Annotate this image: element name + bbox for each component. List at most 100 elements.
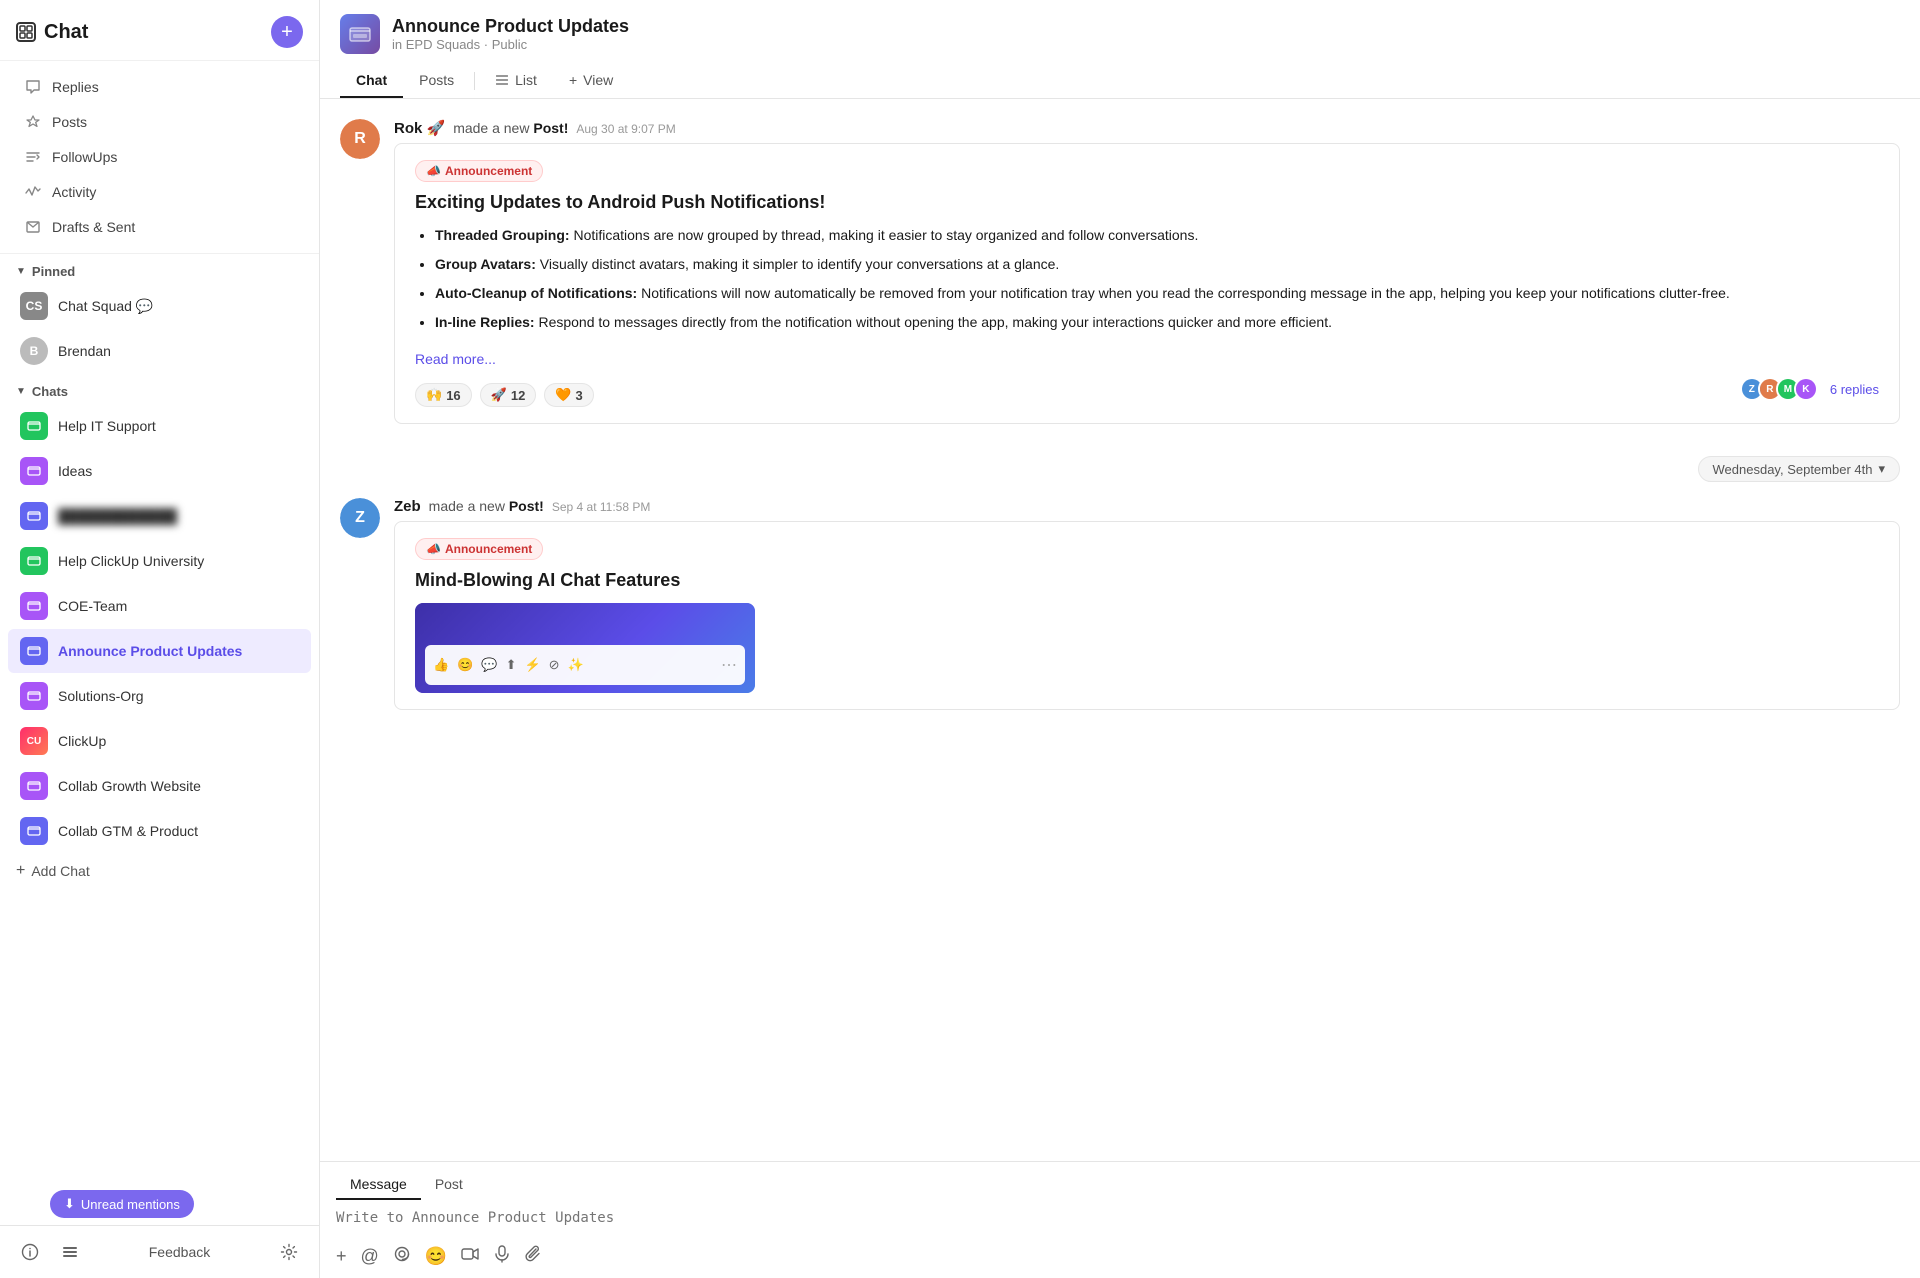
channel-subtitle: in EPD Squads · Public <box>392 37 629 52</box>
feedback-button[interactable]: Feedback <box>149 1244 210 1260</box>
date-badge[interactable]: Wednesday, September 4th ▾ <box>1698 456 1900 482</box>
nav-item-posts[interactable]: Posts <box>8 105 311 139</box>
pinned-section-header[interactable]: ▼ Pinned <box>0 254 319 283</box>
help-clickup-label: Help ClickUp University <box>58 553 204 569</box>
reaction-2[interactable]: 🚀 12 <box>480 383 537 407</box>
sidebar-title: Chat <box>16 21 88 44</box>
input-video-icon[interactable] <box>461 1245 479 1268</box>
sidebar-header: Chat + <box>0 0 319 61</box>
bullet-1: Threaded Grouping: Notifications are now… <box>435 225 1879 246</box>
ideas-label: Ideas <box>58 463 92 479</box>
unread-arrow-icon: ⬇ <box>64 1196 75 1212</box>
tab-list[interactable]: List <box>479 64 553 98</box>
channel-header: Announce Product Updates in EPD Squads ·… <box>320 0 1920 99</box>
sidebar-item-help-clickup[interactable]: Help ClickUp University <box>8 539 311 583</box>
message-meta-1: Rok 🚀 made a new Post! Aug 30 at 9:07 PM <box>394 119 1900 137</box>
unread-mentions-button[interactable]: ⬇ Unread mentions <box>50 1190 194 1218</box>
tab-view[interactable]: + View <box>553 64 629 98</box>
read-more-link-1[interactable]: Read more... <box>415 351 496 367</box>
message-author-2: Zeb <box>394 498 421 515</box>
sidebar-item-solutions-org[interactable]: Solutions-Org <box>8 674 311 718</box>
tab-chat[interactable]: Chat <box>340 64 403 98</box>
reply-avatars-1: Z R M K <box>1740 377 1818 401</box>
footer-icons <box>16 1238 84 1266</box>
tab-posts[interactable]: Posts <box>403 64 470 98</box>
collab-growth-avatar <box>20 772 48 800</box>
channel-title-row: Announce Product Updates in EPD Squads ·… <box>340 14 1900 54</box>
announce-label: Announce Product Updates <box>58 643 242 659</box>
reaction-3[interactable]: 🧡 3 <box>544 383 593 407</box>
input-attach-icon[interactable] <box>525 1245 543 1268</box>
bullet-2: Group Avatars: Visually distinct avatars… <box>435 254 1879 275</box>
input-add-icon[interactable]: + <box>336 1246 347 1267</box>
message-content-2: Zeb made a new Post! Sep 4 at 11:58 PM 📣… <box>394 498 1900 710</box>
collab-gtm-avatar <box>20 817 48 845</box>
sidebar-item-clickup[interactable]: CU ClickUp <box>8 719 311 763</box>
add-chat-label: Add Chat <box>31 863 89 879</box>
sidebar-nav: Replies Posts FollowUps Activity <box>0 61 319 254</box>
chats-chevron: ▼ <box>16 386 26 397</box>
sidebar-item-blurred[interactable]: ████████████ <box>8 494 311 538</box>
message-time-2: Sep 4 at 11:58 PM <box>552 500 651 514</box>
followups-label: FollowUps <box>52 149 117 165</box>
input-mic-icon[interactable] <box>493 1245 511 1268</box>
message-action-2: made a new Post! <box>429 498 544 514</box>
input-tab-message[interactable]: Message <box>336 1170 421 1200</box>
brendan-avatar: B <box>20 337 48 365</box>
nav-item-replies[interactable]: Replies <box>8 70 311 104</box>
input-emoji-icon[interactable]: 😊 <box>425 1246 447 1267</box>
input-mention-icon[interactable] <box>393 1245 411 1268</box>
sidebar-item-collab-growth[interactable]: Collab Growth Website <box>8 764 311 808</box>
add-chat-button[interactable]: + Add Chat <box>0 854 319 888</box>
reaction-emoji-1: 🙌 <box>426 387 442 403</box>
coe-team-avatar <box>20 592 48 620</box>
sidebar-item-collab-gtm[interactable]: Collab GTM & Product <box>8 809 311 853</box>
sidebar-item-coe-team[interactable]: COE-Team <box>8 584 311 628</box>
sidebar-footer: Feedback <box>0 1225 319 1278</box>
announcement-badge-1: 📣 Announcement <box>415 160 543 182</box>
sidebar-item-brendan[interactable]: B Brendan <box>8 329 311 373</box>
input-box <box>320 1200 1920 1239</box>
date-separator: Wednesday, September 4th ▾ <box>340 456 1900 482</box>
nav-item-followups[interactable]: FollowUps <box>8 140 311 174</box>
sidebar-item-help-it[interactable]: Help IT Support <box>8 404 311 448</box>
footer-list-icon[interactable] <box>56 1238 84 1266</box>
help-clickup-avatar <box>20 547 48 575</box>
collab-gtm-label: Collab GTM & Product <box>58 823 198 839</box>
sidebar-item-announce[interactable]: Announce Product Updates <box>8 629 311 673</box>
channel-icon <box>340 14 380 54</box>
channel-name: Announce Product Updates <box>392 16 629 37</box>
announcement-badge-2: 📣 Announcement <box>415 538 543 560</box>
announce-avatar <box>20 637 48 665</box>
input-at-icon[interactable]: @ <box>361 1246 379 1267</box>
message-action-1: made a new Post! <box>453 120 568 136</box>
brendan-label: Brendan <box>58 343 111 359</box>
post-title-2: Mind-Blowing AI Chat Features <box>415 570 1879 591</box>
nav-item-activity[interactable]: Activity <box>8 175 311 209</box>
message-input[interactable] <box>336 1210 1904 1226</box>
reaction-emoji-3: 🧡 <box>555 387 571 403</box>
sidebar-item-chat-squad[interactable]: CS Chat Squad 💬 <box>8 284 311 328</box>
post-label-2: Post! <box>509 498 544 514</box>
sidebar-item-ideas[interactable]: Ideas <box>8 449 311 493</box>
help-it-avatar <box>20 412 48 440</box>
chats-section-header[interactable]: ▼ Chats <box>0 374 319 403</box>
announcement-text-1: Announcement <box>445 164 532 178</box>
reply-count-1[interactable]: 6 replies <box>1830 382 1879 397</box>
announcement-icon-1: 📣 <box>426 164 441 178</box>
reaction-1[interactable]: 🙌 16 <box>415 383 472 407</box>
footer-info-icon[interactable] <box>16 1238 44 1266</box>
replies-section-1: Z R M K 6 replies <box>1740 377 1879 401</box>
input-tab-post[interactable]: Post <box>421 1170 477 1200</box>
add-chat-plus-icon: + <box>16 862 25 880</box>
activity-icon <box>24 183 42 201</box>
settings-gear-icon[interactable] <box>275 1238 303 1266</box>
channel-tabs: Chat Posts List + View <box>340 64 1900 98</box>
input-actions: + @ 😊 <box>320 1239 1920 1278</box>
reactions-1: 🙌 16 🚀 12 🧡 3 <box>415 383 594 407</box>
channel-info: Announce Product Updates in EPD Squads ·… <box>392 16 629 52</box>
unread-mentions-container: ⬇ Unread mentions <box>50 1190 194 1218</box>
reaction-count-3: 3 <box>576 388 583 403</box>
add-button[interactable]: + <box>271 16 303 48</box>
nav-item-drafts[interactable]: Drafts & Sent <box>8 210 311 244</box>
